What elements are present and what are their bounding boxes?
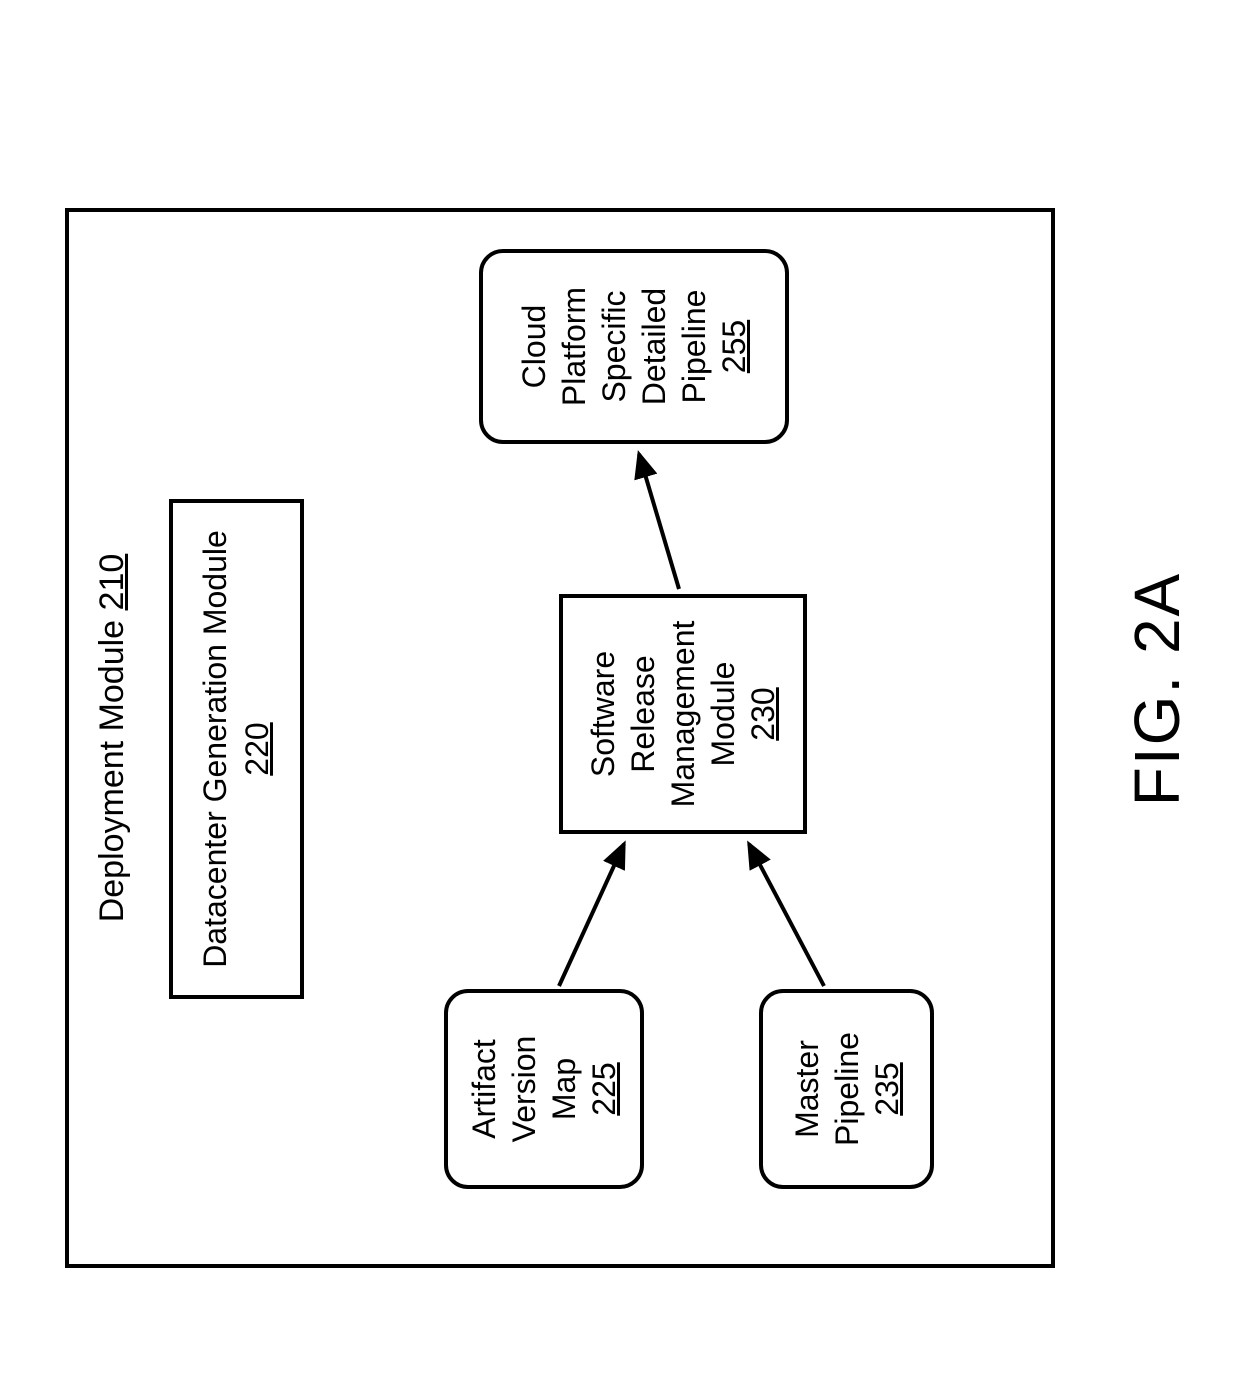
cpp-line5: Pipeline (674, 290, 714, 404)
srm-line3: Management (663, 621, 703, 808)
arrow-mp-to-srm (749, 844, 824, 986)
figure-label: FIG. 2A (1120, 0, 1194, 1378)
avm-line1: Artifact (464, 1039, 504, 1139)
datacenter-number: 220 (237, 722, 279, 775)
cloud-platform-pipeline-box: Cloud Platform Specific Detailed Pipelin… (479, 249, 789, 444)
srm-line4: Module (703, 662, 743, 767)
cpp-line4: Detailed (634, 288, 674, 405)
srm-line2: Release (623, 655, 663, 772)
arrow-srm-to-cpp (639, 454, 679, 589)
deployment-module-box: Deployment Module 210 Datacenter Generat… (65, 208, 1055, 1268)
avm-line2: Version Map (504, 1003, 584, 1175)
artifact-version-map-box: Artifact Version Map 225 (444, 989, 644, 1189)
rotated-content: Deployment Module 210 Datacenter Generat… (0, 0, 1240, 1378)
diagram-canvas: Deployment Module 210 Datacenter Generat… (0, 0, 1240, 1378)
deployment-module-number: 210 (93, 554, 131, 611)
srm-number: 230 (743, 687, 783, 740)
master-pipeline-box: Master Pipeline 235 (759, 989, 934, 1189)
arrow-avm-to-srm (559, 844, 624, 986)
deployment-module-title: Deployment Module 210 (93, 212, 132, 1264)
cpp-line2: Platform (554, 287, 594, 406)
mp-line2: Pipeline (827, 1032, 867, 1146)
datacenter-generation-module-box: Datacenter Generation Module 220 (169, 499, 304, 999)
mp-number: 235 (867, 1062, 907, 1115)
srm-line1: Software (583, 651, 623, 777)
datacenter-title-text: Datacenter Generation Module (195, 530, 237, 968)
deployment-module-title-text: Deployment Module (93, 620, 131, 922)
software-release-management-module-box: Software Release Management Module 230 (559, 594, 807, 834)
cpp-line3: Specific (594, 290, 634, 402)
avm-number: 225 (584, 1062, 624, 1115)
mp-line1: Master (787, 1040, 827, 1138)
cpp-number: 255 (714, 320, 754, 373)
cpp-line1: Cloud (514, 305, 554, 389)
